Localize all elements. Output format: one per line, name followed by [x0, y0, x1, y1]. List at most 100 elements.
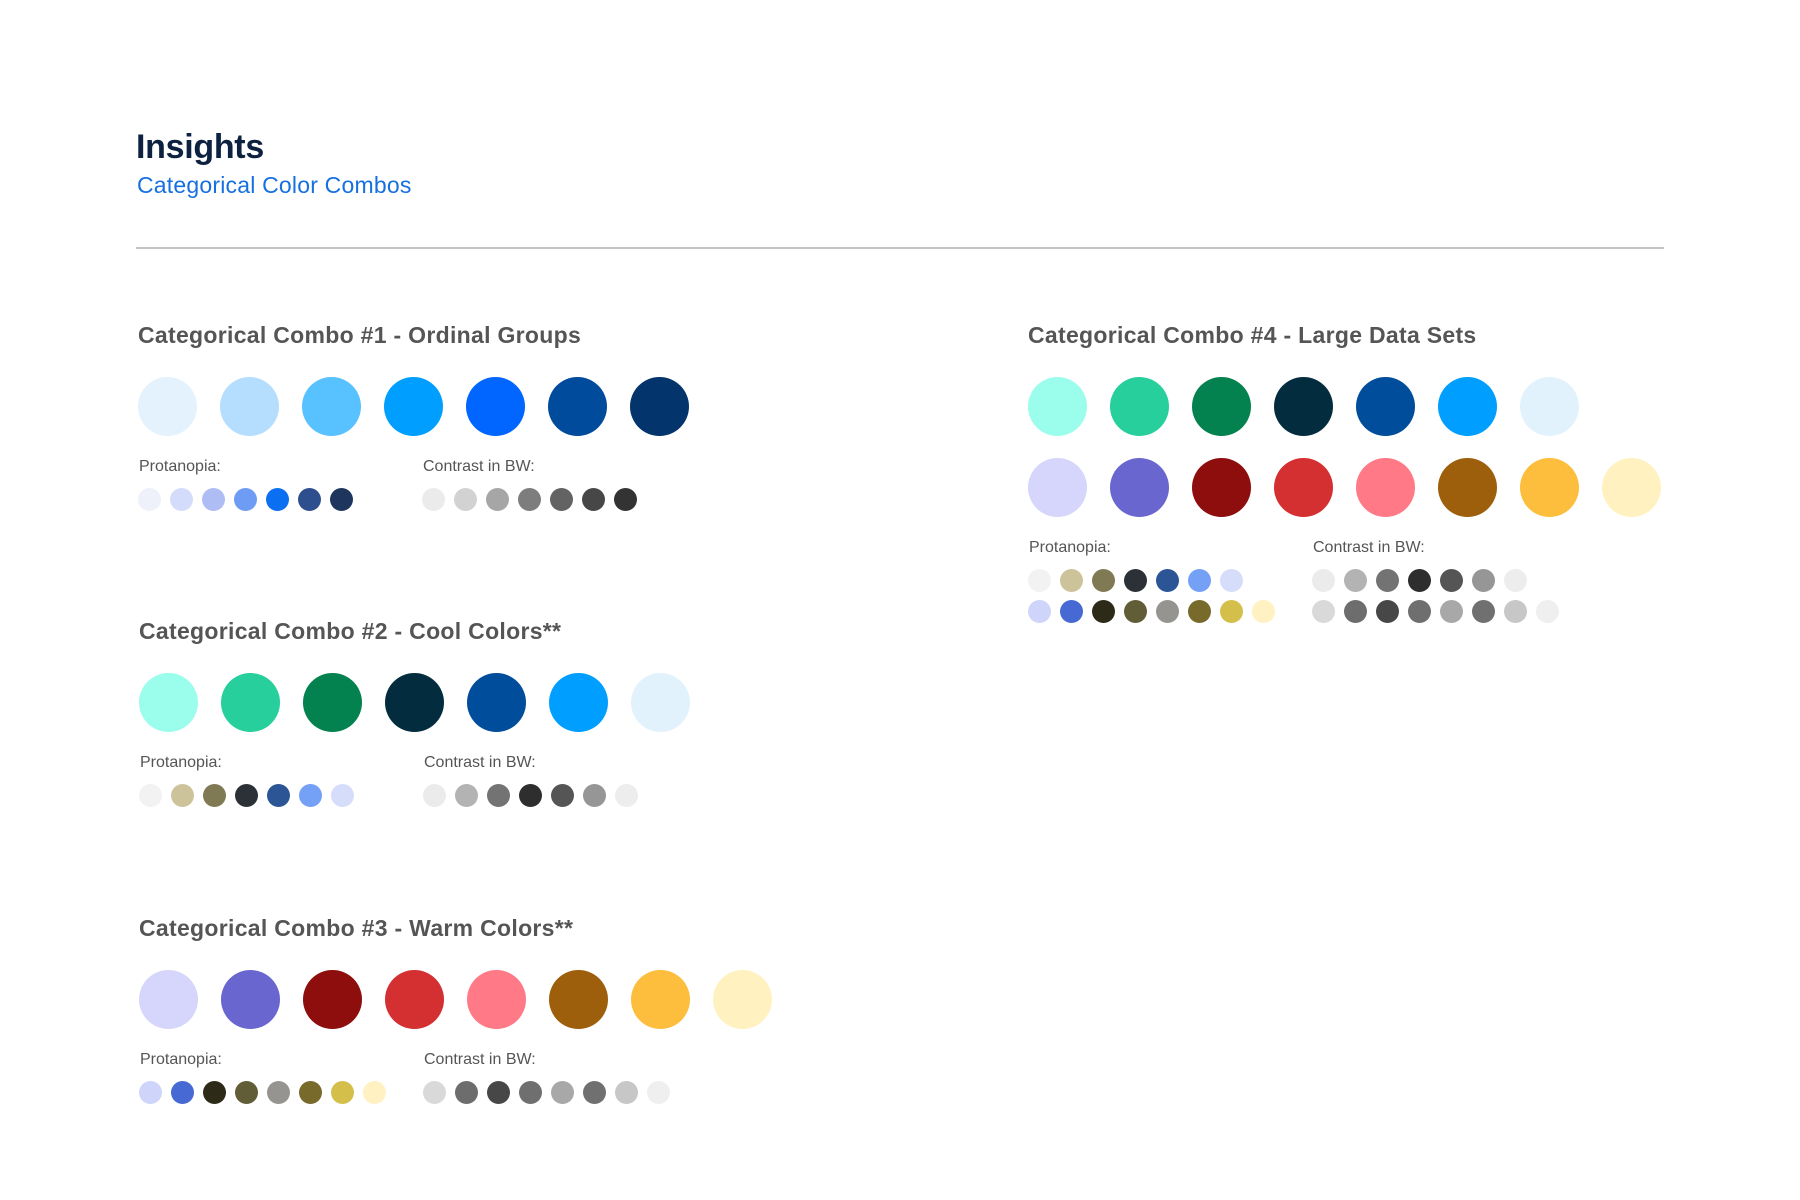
protanopia-swatch: [1092, 569, 1115, 592]
color-swatch: [303, 970, 362, 1029]
color-swatch: [1602, 458, 1661, 517]
bw-label: Contrast in BW:: [1313, 539, 1425, 556]
bw-swatch: [1376, 569, 1399, 592]
protanopia-swatch: [139, 784, 162, 807]
color-swatch: [713, 970, 772, 1029]
color-swatch: [1028, 458, 1087, 517]
color-swatch: [385, 673, 444, 732]
page-title: Insights: [136, 128, 264, 166]
bw-swatch: [583, 1081, 606, 1104]
protanopia-swatch: [331, 1081, 354, 1104]
protanopia-swatch: [202, 488, 225, 511]
bw-swatch: [519, 784, 542, 807]
combo-ordinal-groups: Categorical Combo #1 - Ordinal Groups Pr…: [138, 322, 712, 511]
bw-swatch: [1376, 600, 1399, 623]
bw-swatch: [550, 488, 573, 511]
bw-swatch: [615, 1081, 638, 1104]
bw-swatch: [1408, 600, 1431, 623]
main-swatches: [139, 970, 795, 1029]
swatch-row: [1312, 600, 1596, 623]
swatch-row: [138, 377, 712, 436]
bw-swatch: [487, 1081, 510, 1104]
protanopia-swatch: [266, 488, 289, 511]
protanopia-label: Protanopia:: [1029, 539, 1111, 556]
color-swatch: [1028, 377, 1087, 436]
combo-warm-colors: Categorical Combo #3 - Warm Colors** Pro…: [139, 915, 795, 1104]
protanopia-group: Protanopia:: [138, 458, 422, 511]
swatch-row: [139, 1081, 423, 1104]
combo-cool-colors: Categorical Combo #2 - Cool Colors** Pro…: [139, 618, 713, 807]
swatch-row: [138, 488, 422, 511]
protanopia-swatch: [235, 784, 258, 807]
protanopia-swatch: [138, 488, 161, 511]
swatch-row: [139, 673, 713, 732]
bw-swatch: [583, 784, 606, 807]
color-swatch: [1192, 377, 1251, 436]
protanopia-swatch: [1124, 569, 1147, 592]
color-swatch: [384, 377, 443, 436]
color-swatch: [1110, 377, 1169, 436]
color-swatch: [138, 377, 197, 436]
combo-title: Categorical Combo #4 - Large Data Sets: [1028, 322, 1477, 348]
color-swatch: [549, 970, 608, 1029]
bw-swatch: [1344, 600, 1367, 623]
bw-swatch: [1472, 569, 1495, 592]
protanopia-swatch: [1028, 569, 1051, 592]
bw-swatches: [1312, 569, 1596, 623]
color-swatch: [1438, 458, 1497, 517]
main-swatches: [139, 673, 713, 732]
protanopia-swatch: [363, 1081, 386, 1104]
protanopia-group: Protanopia:: [139, 754, 423, 807]
color-swatch: [631, 673, 690, 732]
swatch-row: [423, 784, 707, 807]
color-swatch: [1274, 458, 1333, 517]
protanopia-swatch: [330, 488, 353, 511]
bw-swatch: [1504, 569, 1527, 592]
protanopia-group: Protanopia:: [1028, 539, 1312, 623]
bw-swatch: [1440, 569, 1463, 592]
bw-group: Contrast in BW:: [423, 754, 707, 807]
bw-swatches: [423, 784, 707, 807]
swatch-row: [1028, 377, 1684, 436]
bw-swatch: [582, 488, 605, 511]
bw-swatch: [1408, 569, 1431, 592]
bw-swatch: [614, 488, 637, 511]
color-swatch: [221, 673, 280, 732]
bw-group: Contrast in BW:: [423, 1051, 707, 1104]
bw-swatch: [1312, 600, 1335, 623]
color-swatch: [630, 377, 689, 436]
swatch-row: [1028, 458, 1684, 517]
bw-swatch: [1344, 569, 1367, 592]
protanopia-swatch: [1156, 600, 1179, 623]
bw-swatch: [647, 1081, 670, 1104]
combo-large-data-sets: Categorical Combo #4 - Large Data Sets P…: [1028, 322, 1684, 623]
color-swatch: [1192, 458, 1251, 517]
color-swatch: [467, 673, 526, 732]
color-swatch: [385, 970, 444, 1029]
protanopia-swatch: [203, 784, 226, 807]
protanopia-swatch: [139, 1081, 162, 1104]
protanopia-label: Protanopia:: [140, 1051, 222, 1068]
combo-title: Categorical Combo #1 - Ordinal Groups: [138, 322, 582, 348]
color-swatch: [1438, 377, 1497, 436]
combo-title: Categorical Combo #3 - Warm Colors**: [139, 915, 574, 941]
protanopia-swatch: [1220, 569, 1243, 592]
main-swatches: [1028, 377, 1684, 517]
protanopia-swatch: [1188, 600, 1211, 623]
protanopia-swatches: [1028, 569, 1312, 623]
bw-swatch: [486, 488, 509, 511]
protanopia-swatch: [234, 488, 257, 511]
color-swatch: [221, 970, 280, 1029]
protanopia-group: Protanopia:: [139, 1051, 423, 1104]
protanopia-swatch: [299, 1081, 322, 1104]
color-swatch: [1520, 377, 1579, 436]
protanopia-swatches: [139, 1081, 423, 1104]
bw-swatches: [423, 1081, 707, 1104]
protanopia-swatch: [170, 488, 193, 511]
swatch-row: [139, 784, 423, 807]
bw-swatch: [1504, 600, 1527, 623]
protanopia-swatch: [331, 784, 354, 807]
protanopia-swatch: [267, 1081, 290, 1104]
color-swatch: [1356, 458, 1415, 517]
header-divider: [136, 247, 1664, 249]
